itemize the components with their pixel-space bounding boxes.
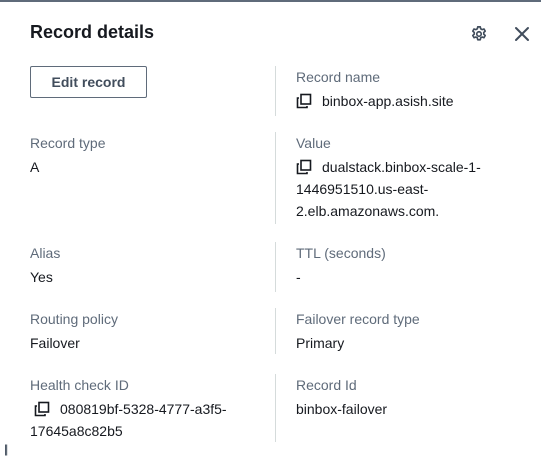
column-divider — [275, 374, 276, 442]
routing-policy-label: Routing policy — [30, 311, 118, 327]
copy-icon[interactable] — [34, 401, 50, 417]
column-divider — [275, 308, 276, 354]
gear-icon[interactable] — [468, 23, 490, 45]
close-icon[interactable] — [511, 23, 533, 45]
ttl-value: - — [296, 269, 301, 285]
record-name-text: binbox-app.asish.site — [322, 93, 454, 109]
alias-value: Yes — [30, 269, 53, 285]
edit-record-button[interactable]: Edit record — [30, 66, 147, 98]
health-check-id-line-1: 080819bf-5328-4777-a3f5- — [60, 401, 227, 417]
column-divider — [275, 66, 276, 116]
value-text-line-3: 2.elb.amazonaws.com. — [296, 203, 440, 219]
failover-record-type-value: Primary — [296, 335, 345, 351]
health-check-id-value: 080819bf-5328-4777-a3f5- — [34, 398, 227, 420]
alias-label: Alias — [30, 245, 61, 261]
record-type-label: Record type — [30, 135, 106, 151]
value-text-line-2: 1446951510.us-east- — [296, 181, 429, 197]
record-name-value: binbox-app.asish.site — [296, 90, 454, 112]
panel-title: Record details — [30, 22, 155, 42]
resize-handle-icon[interactable]: || — [4, 442, 8, 456]
failover-record-type-label: Failover record type — [296, 311, 420, 327]
record-type-value: A — [30, 159, 40, 175]
column-divider — [275, 242, 276, 292]
value-label: Value — [296, 135, 331, 151]
record-name-label: Record name — [296, 69, 381, 85]
column-divider — [275, 132, 276, 224]
value-text-line-1: dualstack.binbox-scale-1- — [322, 159, 481, 175]
health-check-id-label: Health check ID — [30, 377, 129, 393]
copy-icon[interactable] — [296, 159, 312, 175]
record-id-label: Record Id — [296, 377, 357, 393]
record-id-value: binbox-failover — [296, 401, 388, 417]
ttl-label: TTL (seconds) — [296, 245, 386, 261]
health-check-id-line-2: 17645a8c82b5 — [30, 423, 123, 439]
value-value: dualstack.binbox-scale-1- — [296, 156, 481, 178]
routing-policy-value: Failover — [30, 335, 80, 351]
top-border — [0, 0, 541, 2]
copy-icon[interactable] — [296, 93, 312, 109]
